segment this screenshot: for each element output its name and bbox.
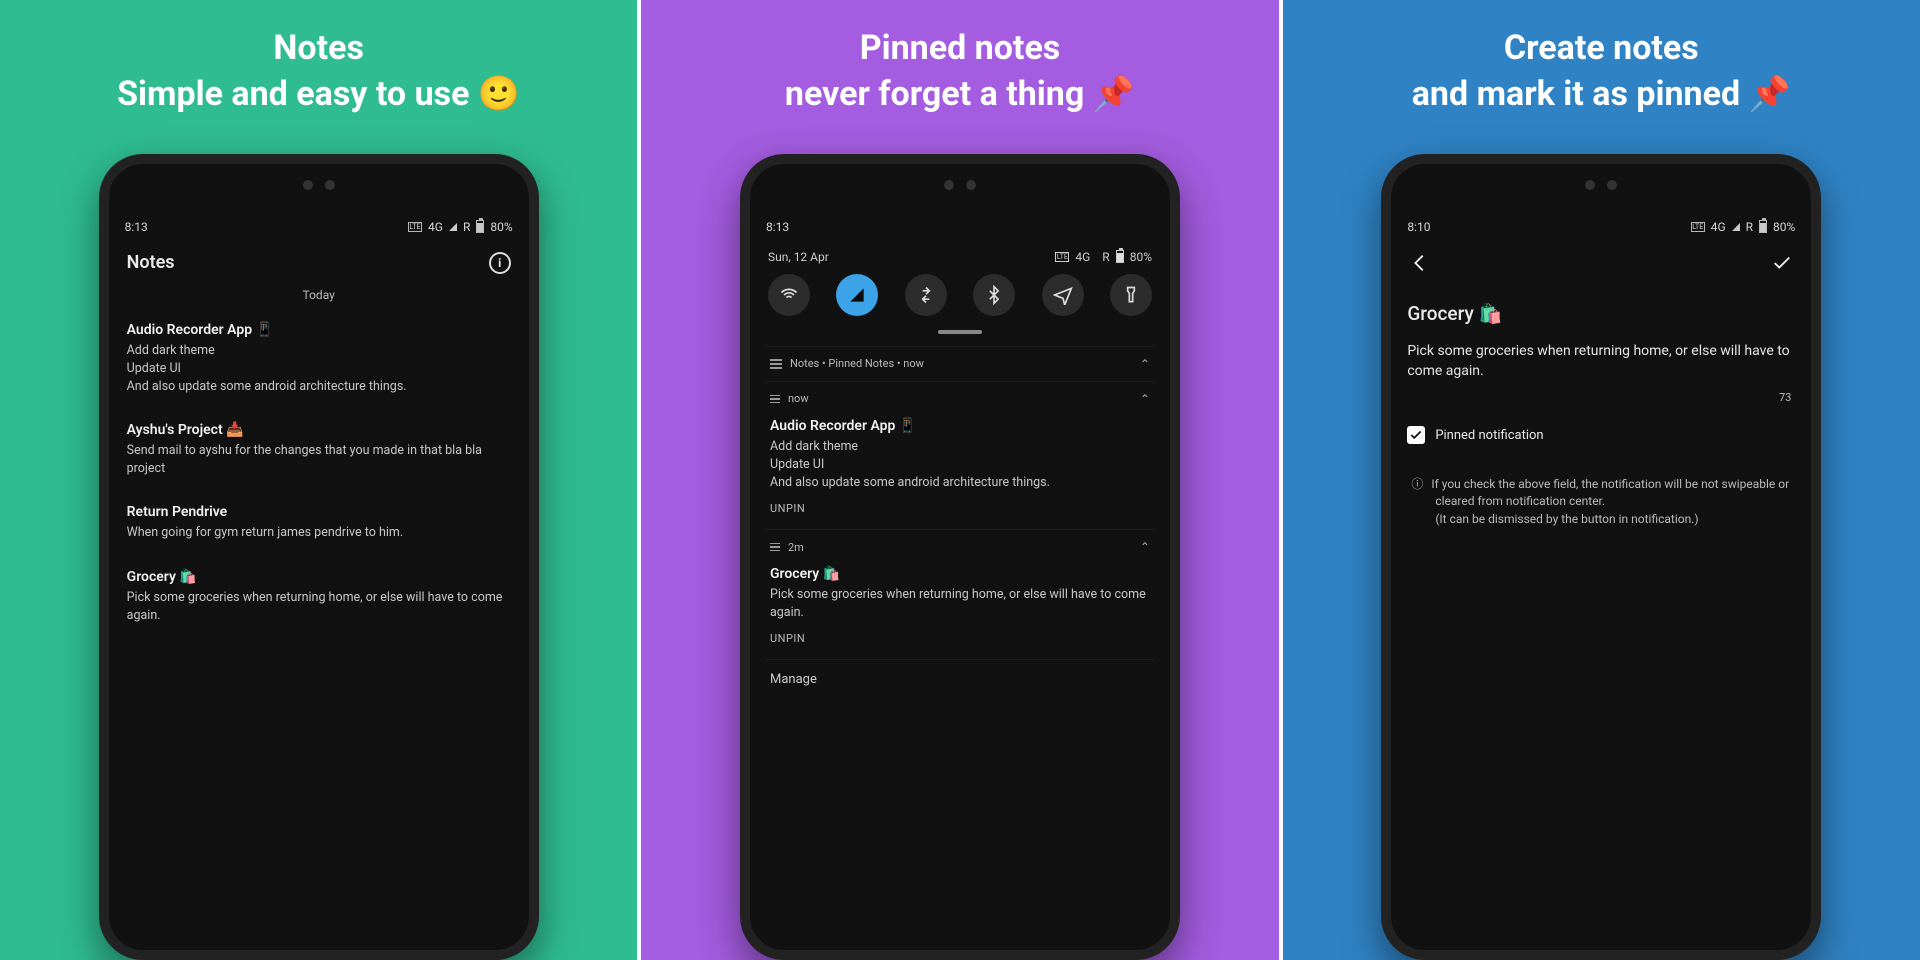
note-body: When going for gym return james pendrive… xyxy=(127,524,511,542)
phone-mock-notification-shade: 8:13 Sun, 12 Apr LTE 4G R 80% xyxy=(740,154,1180,960)
notification-item[interactable]: Grocery 🛍️ Pick some groceries when retu… xyxy=(766,564,1154,622)
manage-notifications-button[interactable]: Manage xyxy=(766,659,1154,699)
mobile-data-tile[interactable] xyxy=(836,274,878,316)
rotate-tile[interactable] xyxy=(905,274,947,316)
note-item[interactable]: Return Pendrive When going for gym retur… xyxy=(125,496,513,560)
chevron-up-icon: ⌃ xyxy=(1140,392,1150,406)
qs-drag-handle[interactable] xyxy=(938,330,982,334)
note-title-input[interactable]: Grocery 🛍️ xyxy=(1407,302,1795,341)
net-icon: 4G xyxy=(428,220,443,234)
info-icon: ⓘ xyxy=(1411,477,1423,491)
clock: 8:13 xyxy=(125,220,148,234)
qs-date: Sun, 12 Apr xyxy=(768,250,829,264)
signal-icon xyxy=(449,223,457,231)
note-body: Add dark theme Update UI And also update… xyxy=(127,342,511,396)
note-item[interactable]: Audio Recorder App 📱 Add dark theme Upda… xyxy=(125,314,513,414)
phone-mock-note-editor: 8:10 LTE 4G R 80% Grocery 🛍️ Pick so xyxy=(1381,154,1821,960)
roaming-icon: R xyxy=(463,220,470,234)
info-icon[interactable]: i xyxy=(489,252,511,274)
battery-icon xyxy=(1116,250,1124,263)
notification-item-header[interactable]: 2m ⌃ xyxy=(766,529,1154,564)
pinned-hint-text: ⓘIf you check the above field, the notif… xyxy=(1407,458,1795,528)
list-icon xyxy=(770,543,780,552)
lte-icon: LTE xyxy=(1691,222,1705,232)
note-title: Return Pendrive xyxy=(127,504,511,520)
battery-pct: 80% xyxy=(1130,250,1152,264)
promo-title-3: Create notes and mark it as pinned 📌 xyxy=(1392,0,1811,154)
status-bar: 8:10 LTE 4G R 80% xyxy=(1407,214,1795,240)
chevron-up-icon: ⌃ xyxy=(1140,540,1150,554)
airplane-tile[interactable] xyxy=(1042,274,1084,316)
note-item[interactable]: Ayshu's Project 📥 Send mail to ayshu for… xyxy=(125,414,513,496)
back-button[interactable] xyxy=(1409,252,1431,278)
notification-group-header[interactable]: Notes • Pinned Notes • now ⌃ xyxy=(766,346,1154,381)
roaming-icon: R xyxy=(1746,220,1753,234)
notification-body: Add dark theme Update UI And also update… xyxy=(770,438,1150,492)
promo-panel-2: Pinned notes never forget a thing 📌 8:13… xyxy=(641,0,1278,960)
chevron-up-icon: ⌃ xyxy=(1140,357,1150,371)
checkbox-checked-icon[interactable] xyxy=(1407,426,1425,444)
pinned-notification-checkbox-row[interactable]: Pinned notification xyxy=(1407,426,1795,458)
phone-mock-notes-list: 8:13 LTE 4G R 80% Notes i Today xyxy=(99,154,539,960)
note-body: Pick some groceries when returning home,… xyxy=(127,589,511,625)
lte-icon: LTE xyxy=(1055,252,1069,262)
net-icon: 4G xyxy=(1711,220,1726,234)
note-body: Send mail to ayshu for the changes that … xyxy=(127,442,511,478)
notification-title: Grocery 🛍️ xyxy=(770,566,1150,582)
quick-settings-tiles xyxy=(766,270,1154,326)
promo-panel-1: Notes Simple and easy to use 🙂 8:13 LTE … xyxy=(0,0,637,960)
notification-group-title: Notes • Pinned Notes • now xyxy=(790,357,924,370)
clock: 8:13 xyxy=(766,220,789,234)
note-item[interactable]: Grocery 🛍️ Pick some groceries when retu… xyxy=(125,561,513,643)
notification-item[interactable]: Audio Recorder App 📱 Add dark theme Upda… xyxy=(766,416,1154,492)
battery-icon xyxy=(476,220,484,233)
note-title: Ayshu's Project 📥 xyxy=(127,422,511,438)
notification-item-header[interactable]: now ⌃ xyxy=(766,381,1154,416)
flashlight-tile[interactable] xyxy=(1110,274,1152,316)
note-title: Grocery 🛍️ xyxy=(127,569,511,585)
unpin-button[interactable]: UNPIN xyxy=(766,492,1154,529)
page-title: Notes xyxy=(127,252,175,273)
section-label-today: Today xyxy=(125,282,513,314)
checkbox-label: Pinned notification xyxy=(1435,428,1543,443)
signal-icon xyxy=(1732,223,1740,231)
save-button[interactable] xyxy=(1771,252,1793,278)
promo-title-1: Notes Simple and easy to use 🙂 xyxy=(97,0,540,154)
unpin-button[interactable]: UNPIN xyxy=(766,622,1154,659)
battery-icon xyxy=(1759,220,1767,233)
list-icon xyxy=(770,395,780,404)
status-bar: 8:13 LTE 4G R 80% xyxy=(125,214,513,240)
promo-title-2: Pinned notes never forget a thing 📌 xyxy=(765,0,1155,154)
list-icon xyxy=(770,359,782,369)
status-bar: 8:13 xyxy=(766,214,1154,240)
wifi-tile[interactable] xyxy=(768,274,810,316)
notification-timestamp: 2m xyxy=(788,541,804,554)
note-body-input[interactable]: Pick some groceries when returning home,… xyxy=(1407,341,1795,388)
battery-pct: 80% xyxy=(490,220,512,234)
character-count: 73 xyxy=(1407,387,1795,426)
bluetooth-tile[interactable] xyxy=(973,274,1015,316)
roaming-icon: R xyxy=(1102,250,1109,264)
net-icon: 4G xyxy=(1075,250,1090,264)
notification-timestamp: now xyxy=(788,392,809,405)
notification-title: Audio Recorder App 📱 xyxy=(770,418,1150,434)
promo-panel-3: Create notes and mark it as pinned 📌 8:1… xyxy=(1283,0,1920,960)
lte-icon: LTE xyxy=(408,222,422,232)
battery-pct: 80% xyxy=(1773,220,1795,234)
note-title: Audio Recorder App 📱 xyxy=(127,322,511,338)
clock: 8:10 xyxy=(1407,220,1430,234)
notification-body: Pick some groceries when returning home,… xyxy=(770,586,1150,622)
